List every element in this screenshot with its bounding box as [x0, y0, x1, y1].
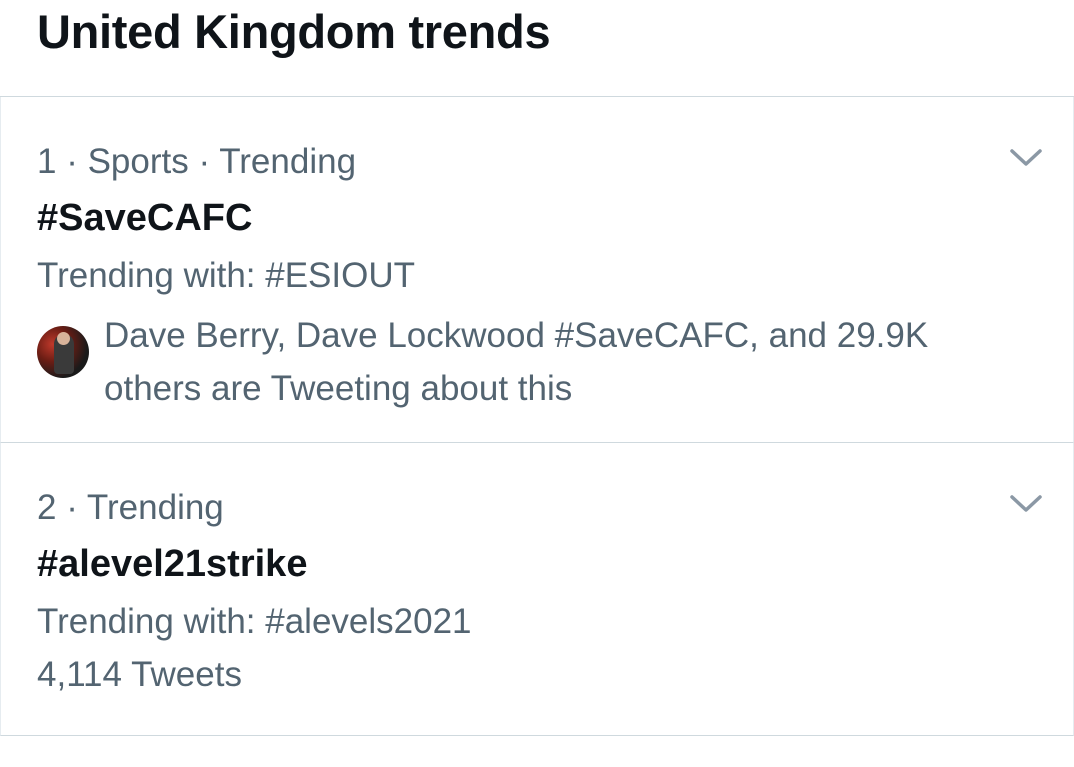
trending-with[interactable]: Trending with: #ESIOUT	[37, 255, 415, 297]
page-title: United Kingdom trends	[37, 5, 551, 58]
avatar-head	[57, 332, 70, 345]
context-text: Dave Berry, Dave Lockwood #SaveCAFC, and…	[104, 316, 929, 408]
trending-with[interactable]: Trending with: #alevels2021	[37, 601, 472, 643]
chevron-down-icon[interactable]	[1009, 147, 1043, 169]
trend-hashtag[interactable]: #alevel21strike	[37, 541, 307, 587]
trend-hashtag[interactable]: #SaveCAFC	[37, 195, 252, 241]
chevron-down-icon[interactable]	[1009, 493, 1043, 515]
trends-header: United Kingdom trends	[0, 0, 1074, 97]
trend-item-1[interactable]: 1 · Sports · Trending #SaveCAFC Trending…	[0, 97, 1074, 443]
trend-context: Dave Berry, Dave Lockwood #SaveCAFC, and…	[37, 309, 1027, 419]
avatar	[37, 326, 89, 378]
trend-meta: 1 · Sports · Trending	[37, 142, 357, 181]
tweet-count: 4,114 Tweets	[37, 655, 242, 694]
trend-meta: 2 · Trending	[37, 488, 224, 527]
trend-item-2[interactable]: 2 · Trending #alevel21strike Trending wi…	[0, 443, 1074, 736]
